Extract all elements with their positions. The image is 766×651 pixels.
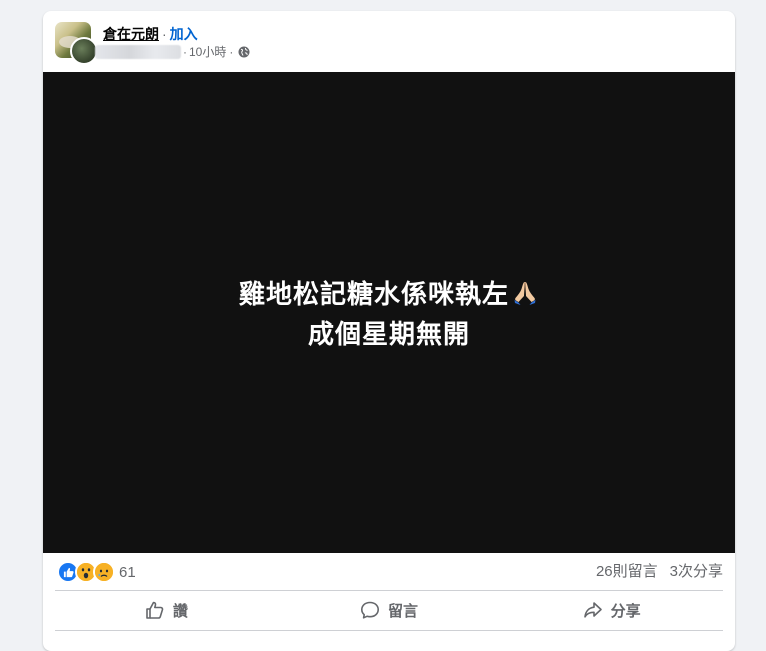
author-name-redacted[interactable] — [95, 45, 181, 59]
like-label: 讚 — [172, 602, 188, 620]
post-header: 倉在元朗 · 加入 · 10小時 · — [43, 11, 735, 72]
folded-hands-icon — [511, 279, 539, 316]
comments-divider — [55, 630, 723, 631]
share-label: 分享 — [610, 602, 641, 620]
post-actions: 讚 留言 分享 — [55, 592, 723, 628]
like-button[interactable]: 讚 — [55, 592, 278, 628]
post-stats: 61 26則留言 3次分享 — [43, 553, 735, 591]
post-card: 倉在元朗 · 加入 · 10小時 · 雞地松記糖水係咪執左 成個星期無開 61 … — [43, 11, 735, 651]
media-text-line-2: 成個星期無開 — [307, 318, 470, 349]
comment-label: 留言 — [388, 602, 419, 620]
post-media[interactable]: 雞地松記糖水係咪執左 成個星期無開 — [43, 72, 735, 553]
globe-icon[interactable] — [238, 46, 250, 58]
post-meta: · 10小時 · — [95, 44, 250, 60]
comment-button[interactable]: 留言 — [278, 592, 501, 628]
engagement-counts: 26則留言 3次分享 — [596, 562, 723, 582]
post-title-line: 倉在元朗 · 加入 — [103, 25, 198, 43]
post-timestamp[interactable]: 10小時 — [189, 44, 226, 60]
media-text-line-1: 雞地松記糖水係咪執左 — [239, 276, 539, 316]
group-name-link[interactable]: 倉在元朗 — [103, 26, 159, 42]
meta-separator-2: · — [229, 45, 234, 59]
media-text-line-1-text: 雞地松記糖水係咪執左 — [238, 278, 509, 309]
sad-reaction-icon — [93, 561, 115, 583]
user-avatar[interactable] — [70, 37, 98, 65]
media-text: 雞地松記糖水係咪執左 成個星期無開 — [239, 276, 539, 352]
comments-count-link[interactable]: 26則留言 — [596, 563, 658, 580]
avatar-group[interactable] — [55, 22, 98, 65]
reactions-summary[interactable]: 61 — [57, 561, 136, 583]
title-separator: · — [162, 26, 167, 42]
reaction-count: 61 — [119, 563, 136, 581]
thumbs-up-icon — [146, 601, 164, 619]
actions-divider — [55, 590, 723, 591]
share-icon — [583, 602, 602, 618]
join-group-link[interactable]: 加入 — [170, 26, 198, 42]
shares-count-link[interactable]: 3次分享 — [670, 563, 723, 580]
comment-icon — [361, 601, 379, 619]
share-button[interactable]: 分享 — [500, 592, 723, 628]
meta-separator: · — [183, 45, 187, 59]
